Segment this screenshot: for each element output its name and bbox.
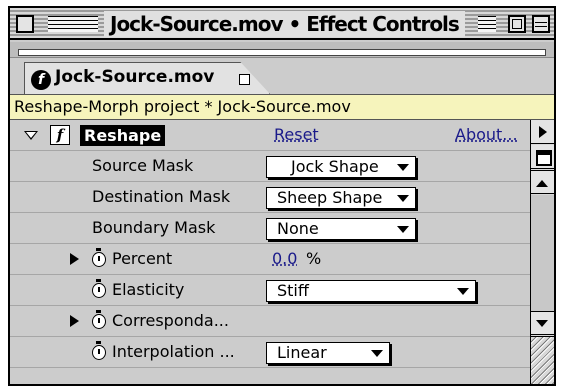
boundary-mask-row: Boundary Mask None	[10, 213, 530, 244]
tab-label: Jock-Source.mov	[55, 67, 215, 87]
source-mask-row: Source Mask Jock Shape	[10, 151, 530, 182]
tab-close-icon[interactable]	[239, 74, 250, 85]
effect-controls-window: Jock-Source.mov • Effect Controls f Jock…	[8, 6, 556, 386]
resize-grip-icon[interactable]	[531, 336, 554, 384]
panel-menu-arrow-icon[interactable]	[531, 120, 554, 144]
reset-link[interactable]: Reset	[274, 120, 319, 150]
chevron-down-icon	[397, 164, 409, 171]
destination-mask-label: Destination Mask	[92, 187, 231, 206]
interpolation-label: Interpolation ...	[112, 342, 235, 361]
destination-mask-dropdown[interactable]: Sheep Shape	[266, 187, 416, 209]
elasticity-value: Stiff	[277, 281, 309, 300]
stopwatch-icon[interactable]	[92, 310, 106, 329]
chevron-down-icon	[397, 226, 409, 233]
zoom-box-icon[interactable]	[508, 15, 526, 33]
stopwatch-icon[interactable]	[92, 248, 106, 267]
elasticity-label: Elasticity	[112, 280, 185, 299]
title-bar-stripes-right	[478, 16, 496, 32]
chevron-down-icon	[457, 288, 469, 295]
interpolation-value: Linear	[277, 343, 327, 362]
percent-row: Percent 0.0 %	[10, 244, 530, 275]
tab-jock-source[interactable]: f Jock-Source.mov	[24, 62, 270, 94]
boundary-mask-value: None	[277, 219, 319, 238]
twirl-closed-icon[interactable]	[70, 253, 79, 265]
effect-properties-list: f Reshape Reset About... Source Mask Joc…	[10, 120, 530, 384]
percent-label: Percent	[112, 249, 173, 268]
source-mask-dropdown[interactable]: Jock Shape	[266, 156, 416, 178]
elasticity-row: Elasticity Stiff	[10, 275, 530, 306]
correspondence-row: Corresponda...	[10, 306, 530, 337]
destination-mask-row: Destination Mask Sheep Shape	[10, 182, 530, 213]
stopwatch-icon[interactable]	[92, 341, 106, 360]
fx-toggle-icon[interactable]: f	[50, 125, 70, 145]
window-title: Jock-Source.mov • Effect Controls	[104, 11, 465, 37]
chevron-down-icon	[371, 350, 383, 357]
elasticity-dropdown[interactable]: Stiff	[266, 280, 476, 302]
scroll-track[interactable]	[531, 195, 554, 311]
effect-f-icon: f	[31, 70, 51, 90]
chevron-down-icon	[397, 195, 409, 202]
vertical-scrollbar[interactable]	[530, 120, 554, 384]
twirl-open-icon[interactable]	[24, 131, 38, 140]
boundary-mask-dropdown[interactable]: None	[266, 218, 416, 240]
interpolation-dropdown[interactable]: Linear	[266, 342, 390, 364]
twirl-closed-icon[interactable]	[70, 315, 79, 327]
stopwatch-icon[interactable]	[92, 279, 106, 298]
project-path-bar: Reshape-Morph project * Jock-Source.mov	[10, 94, 554, 120]
percent-unit: %	[306, 249, 322, 268]
scroll-down-arrow-icon[interactable]	[531, 311, 554, 335]
boundary-mask-label: Boundary Mask	[92, 218, 216, 237]
panel-options-icon[interactable]	[531, 145, 554, 169]
interpolation-row: Interpolation ... Linear	[10, 337, 530, 368]
title-bar[interactable]: Jock-Source.mov • Effect Controls	[10, 8, 554, 40]
scroll-up-arrow-icon[interactable]	[531, 170, 554, 194]
percent-value[interactable]: 0.0	[272, 244, 297, 274]
tab-strip-bar	[10, 42, 554, 58]
source-mask-label: Source Mask	[92, 156, 194, 175]
destination-mask-value: Sheep Shape	[277, 188, 383, 207]
collapse-box-icon[interactable]	[532, 15, 550, 33]
effect-name: Reshape	[80, 125, 166, 146]
close-box-icon[interactable]	[16, 15, 34, 33]
about-link[interactable]: About...	[455, 120, 518, 150]
effect-header-row: f Reshape Reset About...	[10, 120, 530, 151]
correspondence-label: Corresponda...	[112, 311, 229, 330]
source-mask-value: Jock Shape	[291, 157, 379, 176]
title-bar-stripes	[48, 16, 98, 32]
